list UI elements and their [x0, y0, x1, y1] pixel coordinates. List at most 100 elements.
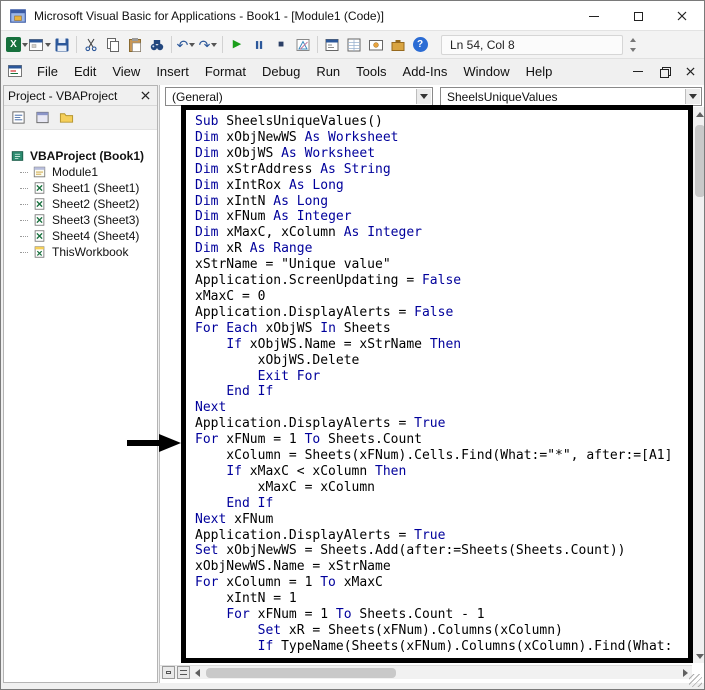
code-lines[interactable]: Sub SheelsUniqueValues() Dim xObjNewWS As…	[195, 114, 684, 659]
paste-button[interactable]	[124, 34, 146, 56]
code-line[interactable]: xIntN = 1	[195, 591, 684, 607]
code-line[interactable]: If TypeName(Sheets(xFNum).Columns(xColum…	[195, 639, 684, 655]
code-line[interactable]: Next	[195, 400, 684, 416]
toolbar-options-grip[interactable]	[629, 35, 637, 55]
object-dropdown[interactable]: (General)	[165, 87, 433, 106]
resize-grip[interactable]	[689, 674, 702, 687]
menu-debug[interactable]: Debug	[254, 61, 308, 82]
view-code-button[interactable]	[8, 108, 28, 128]
code-line[interactable]: Application.DisplayAlerts = False	[195, 305, 684, 321]
undo-button[interactable]: ↶	[175, 34, 197, 56]
menu-view[interactable]: View	[104, 61, 148, 82]
tree-item-module1[interactable]: Module1	[4, 164, 157, 180]
view-microsoft-excel-button[interactable]: X	[6, 34, 28, 56]
scroll-down-button[interactable]	[693, 649, 704, 663]
pause-icon	[255, 40, 263, 49]
mdi-minimize-button[interactable]	[630, 63, 646, 79]
tree-item-sheet4[interactable]: Sheet4 (Sheet4)	[4, 228, 157, 244]
scroll-left-button[interactable]	[190, 666, 204, 680]
code-line[interactable]: xMaxC = 0	[195, 289, 684, 305]
procedure-view-button[interactable]	[162, 666, 175, 679]
code-line[interactable]: xMaxC = xColumn	[195, 480, 684, 496]
code-line[interactable]: Dim xStrAddress As String	[195, 162, 684, 178]
code-line[interactable]: For xFNum = 1 To Sheets.Count - 1	[195, 607, 684, 623]
code-line[interactable]: Next xFNum	[195, 512, 684, 528]
tree-item-sheet1[interactable]: Sheet1 (Sheet1)	[4, 180, 157, 196]
code-line[interactable]: Dim xR As Range	[195, 241, 684, 257]
toolbox-icon	[391, 39, 405, 51]
code-line[interactable]: For Each xObjWS In Sheets	[195, 321, 684, 337]
dropdown-button[interactable]	[416, 89, 431, 104]
full-module-view-button[interactable]	[177, 666, 190, 679]
menu-run[interactable]: Run	[308, 61, 348, 82]
code-line[interactable]: For xFNum = 1 To Sheets.Count	[195, 432, 684, 448]
code-line[interactable]: Dim xMaxC, xColumn As Integer	[195, 225, 684, 241]
maximize-button[interactable]	[616, 1, 660, 31]
vertical-scrollbar[interactable]	[692, 107, 704, 663]
horizontal-scrollbar[interactable]	[160, 665, 692, 679]
code-line[interactable]: End If	[195, 384, 684, 400]
mdi-close-button[interactable]	[682, 63, 698, 79]
code-line[interactable]: Sub SheelsUniqueValues()	[195, 114, 684, 130]
menu-tools[interactable]: Tools	[348, 61, 394, 82]
view-object-button[interactable]	[32, 108, 52, 128]
scroll-up-button[interactable]	[693, 107, 704, 121]
insert-userform-button[interactable]	[28, 34, 51, 56]
menu-insert[interactable]: Insert	[148, 61, 197, 82]
code-line[interactable]: If xObjWS.Name = xStrName Then	[195, 337, 684, 353]
code-line[interactable]: xColumn = Sheets(xFNum).Cells.Find(What:…	[195, 448, 684, 464]
code-line[interactable]: Dim xIntRox As Long	[195, 178, 684, 194]
find-button[interactable]	[146, 34, 168, 56]
dropdown-button[interactable]	[685, 89, 700, 104]
help-button[interactable]: ?	[409, 34, 431, 56]
code-line[interactable]: xStrName = "Unique value"	[195, 257, 684, 273]
tree-item-vbaproject[interactable]: VBAProject (Book1)	[4, 148, 157, 164]
tree-item-thisworkbook[interactable]: ThisWorkbook	[4, 244, 157, 260]
code-line[interactable]: xObjNewWS.Name = xStrName	[195, 559, 684, 575]
copy-button[interactable]	[102, 34, 124, 56]
cut-button[interactable]	[80, 34, 102, 56]
minimize-button[interactable]	[572, 1, 616, 31]
code-line[interactable]: Set xR = Sheets(xFNum).Columns(xColumn)	[195, 623, 684, 639]
tree-item-sheet3[interactable]: Sheet3 (Sheet3)	[4, 212, 157, 228]
menu-window[interactable]: Window	[455, 61, 517, 82]
tree-item-sheet2[interactable]: Sheet2 (Sheet2)	[4, 196, 157, 212]
code-line[interactable]: Dim xObjWS As Worksheet	[195, 146, 684, 162]
code-line[interactable]: Dim xObjNewWS As Worksheet	[195, 130, 684, 146]
code-line[interactable]: If xMaxC < xColumn Then	[195, 464, 684, 480]
code-line[interactable]: Dim xFNum As Integer	[195, 209, 684, 225]
menu-format[interactable]: Format	[197, 61, 254, 82]
design-mode-button[interactable]	[292, 34, 314, 56]
project-panel-header[interactable]: Project - VBAProject	[4, 86, 157, 106]
procedure-dropdown[interactable]: SheelsUniqueValues	[440, 87, 702, 106]
horizontal-scroll-thumb[interactable]	[206, 667, 396, 678]
code-line[interactable]: Application.ScreenUpdating = False	[195, 273, 684, 289]
object-browser-button[interactable]	[365, 34, 387, 56]
break-button[interactable]	[248, 34, 270, 56]
code-line[interactable]: Application.DisplayAlerts = True	[195, 416, 684, 432]
menu-file[interactable]: File	[29, 61, 66, 82]
code-line[interactable]: xObjWS.Delete	[195, 353, 684, 369]
menu-addins[interactable]: Add-Ins	[395, 61, 456, 82]
menu-edit[interactable]: Edit	[66, 61, 104, 82]
run-button[interactable]: ▶	[226, 34, 248, 56]
horizontal-scroll-track[interactable]	[204, 666, 678, 680]
mdi-restore-button[interactable]	[656, 63, 672, 79]
code-line[interactable]: Application.DisplayAlerts = True	[195, 528, 684, 544]
project-explorer-button[interactable]	[321, 34, 343, 56]
code-line[interactable]: Exit For	[195, 369, 684, 385]
code-line[interactable]: End If	[195, 496, 684, 512]
project-panel-close-button[interactable]	[137, 88, 153, 104]
save-button[interactable]	[51, 34, 73, 56]
properties-window-button[interactable]	[343, 34, 365, 56]
redo-button[interactable]: ↷	[197, 34, 219, 56]
toolbox-button[interactable]	[387, 34, 409, 56]
code-line[interactable]: Dim xIntN As Long	[195, 194, 684, 210]
vertical-scroll-thumb[interactable]	[695, 125, 704, 197]
menu-help[interactable]: Help	[518, 61, 561, 82]
code-line[interactable]: Set xObjNewWS = Sheets.Add(after:=Sheets…	[195, 543, 684, 559]
toggle-folders-button[interactable]	[56, 108, 76, 128]
close-button[interactable]	[660, 1, 704, 31]
reset-button[interactable]: ■	[270, 34, 292, 56]
code-line[interactable]: For xColumn = 1 To xMaxC	[195, 575, 684, 591]
